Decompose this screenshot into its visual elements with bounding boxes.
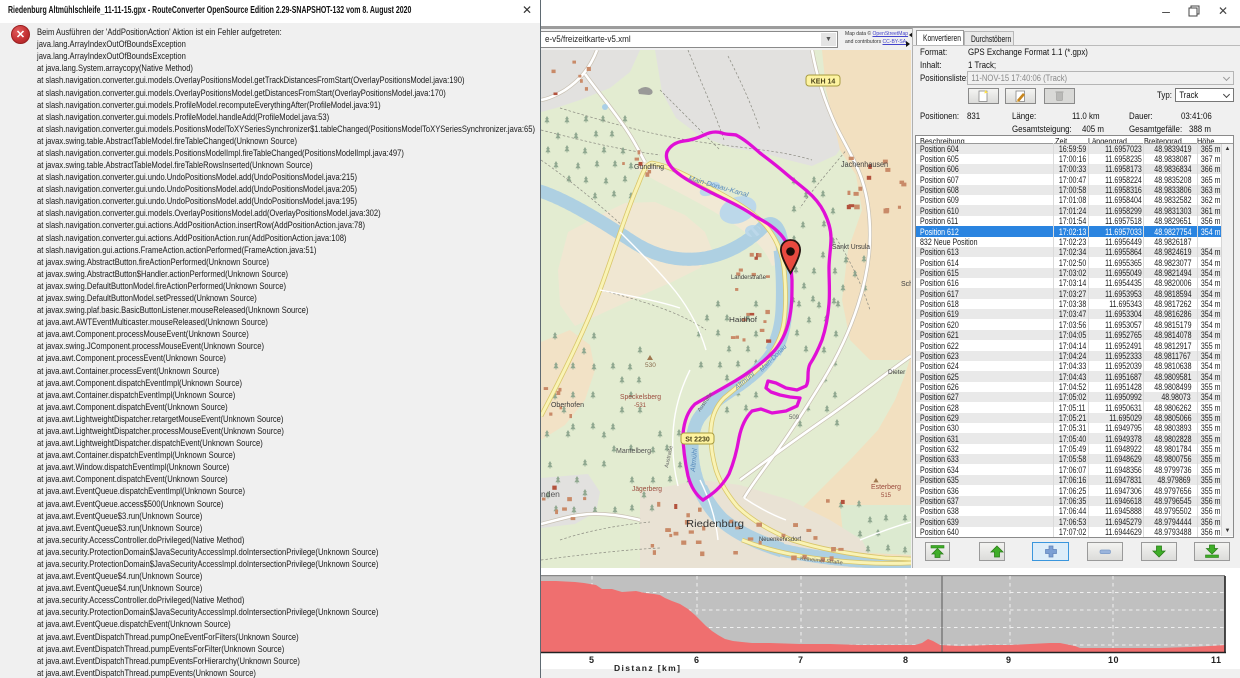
- svg-text:Jachenhausen: Jachenhausen: [841, 160, 888, 169]
- svg-text:KEH 14: KEH 14: [811, 79, 836, 86]
- svg-text:Sch: Sch: [901, 281, 911, 288]
- svg-text:Speckelsberg: Speckelsberg: [620, 392, 661, 401]
- svg-text:Landerstraße: Landerstraße: [731, 274, 766, 281]
- svg-text:Dieter: Dieter: [888, 369, 906, 376]
- svg-text:509: 509: [789, 415, 800, 421]
- svg-text:St 2230: St 2230: [685, 437, 710, 444]
- svg-text:nden: nden: [541, 489, 560, 499]
- svg-text:Jägerberg: Jägerberg: [632, 484, 662, 493]
- svg-text:515: 515: [881, 493, 892, 499]
- svg-text:Gundlfing: Gundlfing: [634, 162, 664, 171]
- svg-text:Neuenkehrsdorf: Neuenkehrsdorf: [759, 536, 801, 543]
- svg-text:Sankt Ursula: Sankt Ursula: [832, 242, 871, 251]
- svg-text:530: 530: [645, 362, 656, 369]
- svg-text:Haidhof: Haidhof: [729, 315, 758, 324]
- svg-text:Oberhofen: Oberhofen: [551, 400, 584, 409]
- svg-text:Esterberg: Esterberg: [871, 484, 901, 491]
- svg-text:Riedenburg: Riedenburg: [686, 518, 744, 530]
- svg-text:Mantelberg: Mantelberg: [616, 448, 651, 455]
- svg-text:-531: -531: [634, 403, 647, 409]
